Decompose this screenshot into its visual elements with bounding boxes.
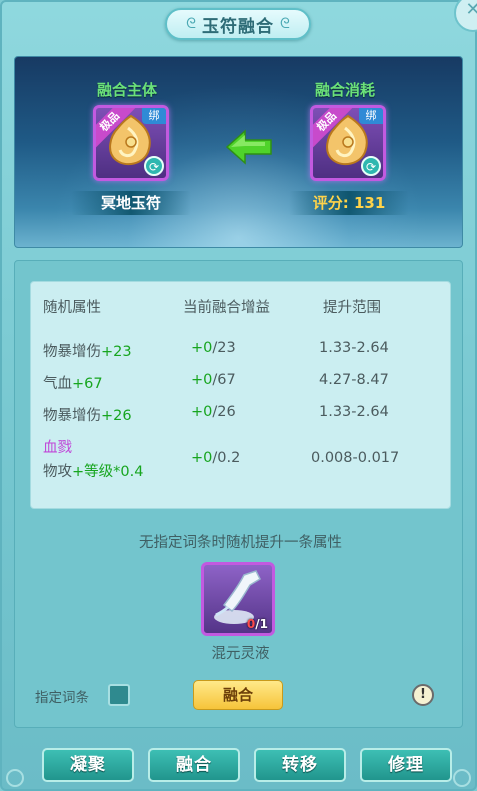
attr-gain: +0/0.2 — [191, 450, 240, 466]
window-title-bar: ᘓ 玉符融合 ᘓ — [165, 8, 311, 40]
fusion-window: ᘓ 玉符融合 ᘓ ✕ 融合主体 融合消耗 极品 绑 ⟳ 冥地玉符 极品 绑 ⟳ … — [0, 0, 477, 791]
attr-gain: +0/23 — [191, 340, 236, 356]
gain-plus: +0 — [191, 450, 213, 466]
material-slot[interactable]: 0/1 — [201, 562, 275, 636]
attr-name: 物暴增伤 — [43, 344, 101, 360]
fusion-stage: 融合主体 融合消耗 极品 绑 ⟳ 冥地玉符 极品 绑 ⟳ 评分: 131 — [14, 56, 463, 248]
corner-ornament-icon — [453, 769, 471, 787]
attr-gain: +0/26 — [191, 404, 236, 420]
specify-attr-label: 指定词条 — [35, 690, 89, 706]
attr-gain: +0/67 — [191, 372, 236, 388]
table-row: 物暴增伤+23 — [43, 340, 132, 361]
arrow-left-icon — [225, 129, 272, 165]
attr-range: 0.008-0.017 — [311, 450, 400, 466]
specify-attr-checkbox[interactable] — [108, 684, 130, 706]
refresh-icon[interactable]: ⟳ — [144, 156, 164, 176]
material-count: 0/1 — [247, 617, 268, 631]
bind-badge: 绑 — [359, 108, 383, 124]
main-item-name: 冥地玉符 — [71, 191, 191, 215]
tab-fuse[interactable]: 融合 — [148, 748, 240, 782]
cost-slot-label: 融合消耗 — [315, 81, 376, 99]
refresh-icon[interactable]: ⟳ — [361, 156, 381, 176]
gain-plus: +0 — [191, 340, 213, 356]
window-title: 玉符融合 — [202, 16, 274, 37]
gain-plus: +0 — [191, 404, 213, 420]
main-item-slot[interactable]: 极品 绑 ⟳ — [93, 105, 169, 181]
gain-max: /23 — [212, 340, 236, 356]
material-name: 混元灵液 — [211, 646, 270, 662]
fusion-hint: 无指定词条时随机提升一条属性 — [139, 535, 342, 551]
corner-ornament-icon — [6, 769, 24, 787]
swirl-ornament-right-icon: ᘓ — [280, 16, 290, 32]
material-have: 0 — [246, 617, 256, 631]
header-random-attr: 随机属性 — [43, 300, 101, 316]
tab-repair[interactable]: 修理 — [360, 748, 452, 782]
header-current-gain: 当前融合增益 — [183, 300, 270, 316]
gain-max: /67 — [212, 372, 236, 388]
attr-value: +23 — [101, 344, 132, 360]
fuse-button[interactable]: 融合 — [193, 680, 283, 710]
bind-badge: 绑 — [142, 108, 166, 124]
cost-item-slot[interactable]: 极品 绑 ⟳ — [310, 105, 386, 181]
tab-transfer[interactable]: 转移 — [254, 748, 346, 782]
attr-value: +67 — [72, 376, 103, 392]
attr-range: 1.33-2.64 — [319, 340, 389, 356]
table-row: 物暴增伤+26 — [43, 404, 132, 425]
attr-name: 气血 — [43, 376, 72, 392]
attr-range: 1.33-2.64 — [319, 404, 389, 420]
special-attr-name: 血戮 — [43, 440, 72, 456]
gain-max: /26 — [212, 404, 236, 420]
attr-name: 物攻 — [43, 464, 72, 480]
table-row: 物攻+等级*0.4 — [43, 460, 143, 481]
attribute-table: 随机属性 当前融合增益 提升范围 物暴增伤+23 +0/23 1.33-2.64… — [30, 281, 451, 509]
close-icon[interactable]: ✕ — [454, 0, 477, 32]
info-icon[interactable]: ! — [412, 684, 434, 706]
header-range: 提升范围 — [323, 300, 381, 316]
attr-value: +26 — [101, 408, 132, 424]
material-need: /1 — [255, 617, 268, 631]
attr-value: +等级*0.4 — [72, 464, 144, 480]
attr-range: 4.27-8.47 — [319, 372, 389, 388]
table-row: 气血+67 — [43, 372, 103, 393]
tab-condense[interactable]: 凝聚 — [42, 748, 134, 782]
main-slot-label: 融合主体 — [97, 81, 158, 99]
cost-item-score: 评分: 131 — [289, 191, 409, 215]
gain-plus: +0 — [191, 372, 213, 388]
swirl-ornament-left-icon: ᘓ — [186, 16, 196, 32]
gain-max: /0.2 — [212, 450, 241, 466]
attr-name: 物暴增伤 — [43, 408, 101, 424]
